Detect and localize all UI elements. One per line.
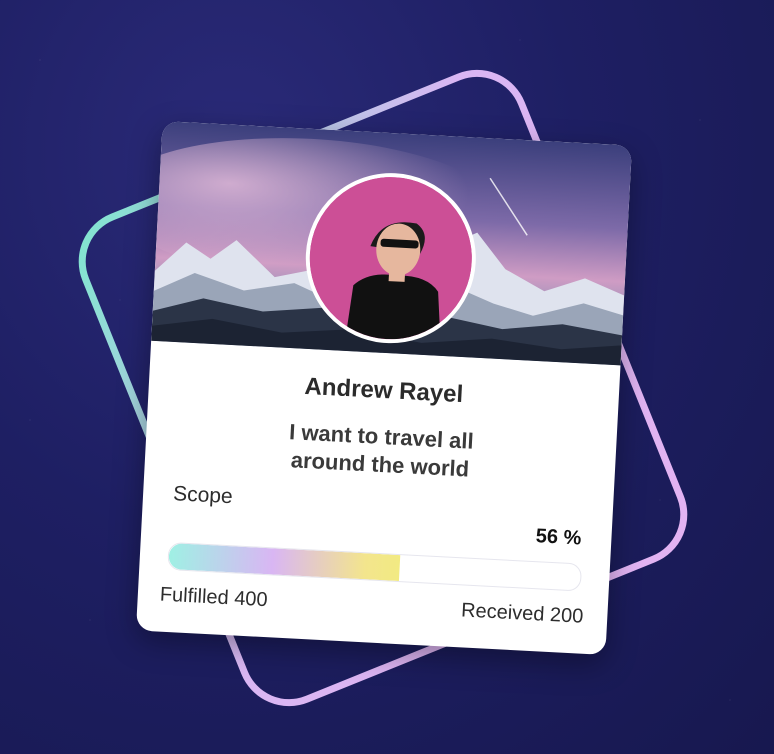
progress-percent: 56 %	[535, 525, 582, 550]
avatar	[301, 168, 481, 348]
progress-bar	[167, 541, 583, 592]
profile-name: Andrew Rayel	[303, 372, 464, 409]
received-count: Received 200	[460, 599, 584, 628]
fulfilled-count: Fulfilled 400	[159, 583, 269, 612]
cover-image	[151, 121, 633, 366]
person-avatar-icon	[305, 173, 476, 344]
profile-card: Andrew Rayel I want to travel all around…	[135, 121, 633, 655]
scope-label: Scope	[172, 482, 234, 509]
profile-goal: I want to travel all around the world	[145, 411, 617, 492]
progress-bar-fill	[168, 542, 400, 582]
